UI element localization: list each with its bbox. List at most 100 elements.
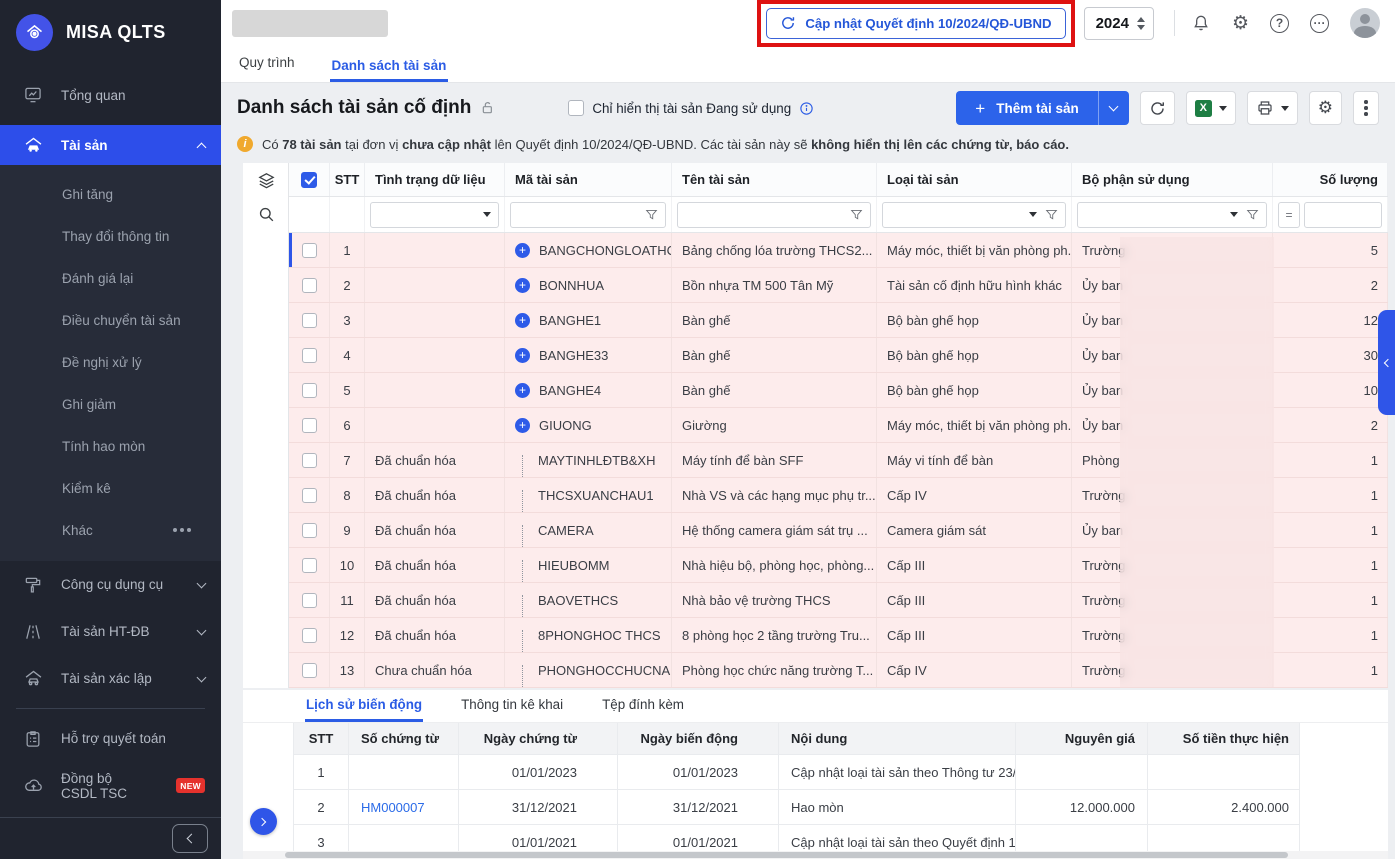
add-asset-dropdown[interactable] <box>1099 91 1129 125</box>
right-panel-toggle[interactable] <box>1378 310 1395 415</box>
row-checkbox[interactable] <box>289 268 330 302</box>
row-checkbox[interactable] <box>289 443 330 477</box>
row-checkbox[interactable] <box>289 373 330 407</box>
submenu-item-ghi-tang[interactable]: Ghi tăng <box>0 173 221 215</box>
sidebar-item-overview[interactable]: Tổng quan <box>0 75 221 115</box>
cell-name: Giường <box>672 408 877 442</box>
type-filter-select[interactable] <box>882 202 1066 228</box>
sidebar-item-quyet-toan[interactable]: Hỗ trợ quyết toán <box>0 715 221 762</box>
col-stt[interactable]: STT <box>330 163 365 196</box>
qty-filter-operator[interactable]: = <box>1278 202 1300 228</box>
submenu-item-dieu-chuyen-tai-san[interactable]: Điều chuyển tài sản <box>0 299 221 341</box>
excel-icon: X <box>1195 100 1212 117</box>
settings-gear-icon[interactable]: ⚙ <box>1232 14 1249 33</box>
expand-plus-icon[interactable]: + <box>515 278 530 293</box>
select-all-checkbox[interactable] <box>289 163 330 196</box>
sidebar-item-xac-lap[interactable]: Tài sản xác lập <box>0 655 221 702</box>
submenu-item-khac[interactable]: Khác <box>0 509 221 551</box>
user-avatar[interactable] <box>1350 8 1380 38</box>
cell-type: Cấp IV <box>877 478 1072 512</box>
year-stepper-icon[interactable] <box>1137 17 1145 30</box>
more-options-icon[interactable]: ··· <box>1310 14 1329 33</box>
export-excel-button[interactable]: X <box>1186 91 1236 125</box>
row-checkbox[interactable] <box>289 583 330 617</box>
sidebar-item-ht-db[interactable]: Tài sản HT-ĐB <box>0 608 221 655</box>
cell-name: Bảng chống lóa trường THCS2... <box>672 233 877 267</box>
tree-line-icon <box>522 455 523 477</box>
add-asset-button[interactable]: +Thêm tài sản <box>956 91 1128 125</box>
expand-plus-icon[interactable]: + <box>515 313 530 328</box>
layers-icon[interactable] <box>243 163 289 197</box>
row-checkbox[interactable] <box>289 303 330 337</box>
more-icon[interactable] <box>173 528 177 532</box>
filter-in-use-checkbox[interactable]: Chỉ hiển thị tài sản Đang sử dụng <box>568 100 814 116</box>
row-checkbox[interactable] <box>289 233 330 267</box>
checkbox-checked-icon[interactable] <box>301 172 317 188</box>
col-code[interactable]: Mã tài sản <box>505 163 672 196</box>
submenu-item-ghi-giam[interactable]: Ghi giảm <box>0 383 221 425</box>
cell-qty: 12 <box>1273 303 1388 337</box>
info-icon[interactable] <box>799 101 814 116</box>
status-filter-select[interactable] <box>370 202 499 228</box>
submenu-item-kiem-ke[interactable]: Kiểm kê <box>0 467 221 509</box>
update-decision-button[interactable]: Cập nhật Quyết định 10/2024/QĐ-UBND <box>766 8 1065 39</box>
sidebar-collapse-button[interactable] <box>172 824 208 853</box>
unlock-icon[interactable] <box>480 100 496 116</box>
expand-plus-icon[interactable]: + <box>515 243 530 258</box>
year-selector[interactable]: 2024 <box>1084 7 1154 40</box>
funnel-icon[interactable] <box>850 208 863 221</box>
row-checkbox[interactable] <box>289 618 330 652</box>
document-link[interactable]: HM000007 <box>361 800 425 815</box>
sidebar-item-csdl-tsc[interactable]: Đồng bộ CSDL TSC NEW <box>0 762 221 809</box>
horizontal-scrollbar[interactable] <box>243 851 1388 859</box>
tab-quy-trinh[interactable]: Quy trình <box>237 55 297 82</box>
help-icon[interactable]: ? <box>1270 14 1289 33</box>
expand-left-panel-button[interactable] <box>250 808 277 835</box>
print-button[interactable] <box>1247 91 1298 125</box>
row-checkbox[interactable] <box>289 653 330 687</box>
col-type[interactable]: Loại tài sản <box>877 163 1072 196</box>
plus-icon: + <box>975 100 985 117</box>
row-checkbox[interactable] <box>289 338 330 372</box>
col-name[interactable]: Tên tài sản <box>672 163 877 196</box>
col-qty[interactable]: Số lượng <box>1273 163 1388 196</box>
qty-filter-input[interactable] <box>1304 202 1382 228</box>
dept-filter-select[interactable] <box>1077 202 1267 228</box>
sidebar-item-assets[interactable]: Tài sản <box>0 125 221 165</box>
col-doc-date: Ngày chứng từ <box>459 723 618 754</box>
funnel-icon[interactable] <box>1045 208 1058 221</box>
scrollbar-thumb[interactable] <box>285 852 1288 858</box>
submenu-item-danh-gia-lai[interactable]: Đánh giá lại <box>0 257 221 299</box>
tab-tep-dinh-kem[interactable]: Tệp đính kèm <box>601 690 685 722</box>
tab-danh-sach-tai-san[interactable]: Danh sách tài sản <box>330 58 449 82</box>
notification-bell-icon[interactable] <box>1191 13 1211 33</box>
funnel-icon[interactable] <box>1246 208 1259 221</box>
code-filter-input[interactable] <box>510 202 666 228</box>
expand-plus-icon[interactable]: + <box>515 348 530 363</box>
expand-plus-icon[interactable]: + <box>515 418 530 433</box>
table-settings-button[interactable]: ⚙ <box>1309 91 1342 125</box>
submenu-item-thay-doi-thong-tin[interactable]: Thay đổi thông tin <box>0 215 221 257</box>
name-filter-input[interactable] <box>677 202 871 228</box>
history-row[interactable]: 1 01/01/2023 01/01/2023 Cập nhật loại tà… <box>294 755 1299 790</box>
row-checkbox[interactable] <box>289 408 330 442</box>
cell-name: Nhà VS và các hạng mục phụ tr... <box>672 478 877 512</box>
row-checkbox[interactable] <box>289 513 330 547</box>
expand-plus-icon[interactable]: + <box>515 383 530 398</box>
checkbox-icon[interactable] <box>568 100 584 116</box>
sidebar-item-tools[interactable]: Công cụ dụng cụ <box>0 561 221 608</box>
tab-lich-su-bien-dong[interactable]: Lịch sử biến động <box>305 690 423 722</box>
submenu-item-tinh-hao-mon[interactable]: Tính hao mòn <box>0 425 221 467</box>
col-status[interactable]: Tình trạng dữ liệu <box>365 163 505 196</box>
funnel-icon[interactable] <box>645 208 658 221</box>
col-dept[interactable]: Bộ phận sử dụng <box>1072 163 1273 196</box>
submenu-item-de-nghi-xu-ly[interactable]: Đề nghị xử lý <box>0 341 221 383</box>
search-icon[interactable] <box>243 197 289 231</box>
sidebar: MISA QLTS Tổng quan Tài sản Ghi tăng Tha… <box>0 0 221 859</box>
history-row[interactable]: 2 HM000007 31/12/2021 31/12/2021 Hao mòn… <box>294 790 1299 825</box>
more-actions-button[interactable] <box>1353 91 1379 125</box>
row-checkbox[interactable] <box>289 478 330 512</box>
refresh-button[interactable] <box>1140 91 1175 125</box>
tab-thong-tin-ke-khai[interactable]: Thông tin kê khai <box>460 690 564 722</box>
row-checkbox[interactable] <box>289 548 330 582</box>
